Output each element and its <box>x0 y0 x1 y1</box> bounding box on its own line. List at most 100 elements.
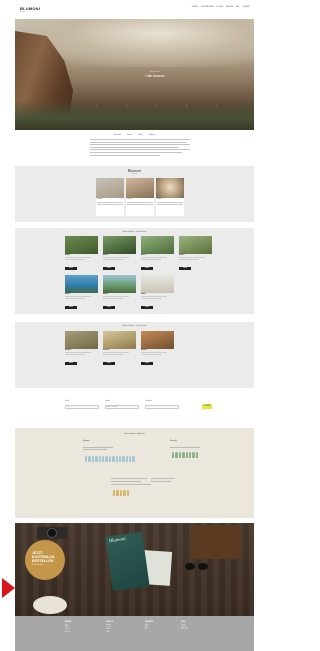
footer-link[interactable]: Europa <box>65 629 71 630</box>
hotel-image <box>65 236 98 254</box>
nav-item-abo[interactable]: ABO <box>236 7 239 8</box>
text-line <box>83 447 113 448</box>
infographic-section: Reisezahlen in Myanmar Myanmar Reisende <box>15 428 254 518</box>
hotel-more-button[interactable]: MEHR <box>141 306 153 309</box>
text-line <box>90 151 182 153</box>
resort-card[interactable]: Resort 1 MEHR <box>65 331 98 367</box>
person-icon <box>98 456 101 462</box>
text-line <box>103 352 129 353</box>
hotel-more-button[interactable]: MEHR <box>103 267 115 270</box>
nav-item-destinationen[interactable]: DESTINATIONEN <box>201 7 214 8</box>
resort-card[interactable]: Resort 3 MEHR <box>141 331 174 367</box>
reise-image <box>126 178 154 198</box>
text-line <box>170 447 200 448</box>
footer-heading: MAGAZIN <box>145 621 153 623</box>
text-line <box>97 203 123 205</box>
reisen-brand: Blumoni <box>127 168 142 173</box>
people-icons <box>172 452 199 458</box>
hotel-image <box>103 275 136 293</box>
hotel-name: Hotel 5 <box>65 294 71 295</box>
order-badge[interactable]: JETZT KOSTENLOS BESTELLEN Das Reisemagaz… <box>25 540 65 580</box>
footer-link[interactable]: Städte <box>106 632 113 633</box>
camera-lens <box>47 528 57 538</box>
hotel-card[interactable]: Hotel 7 MEHR <box>141 275 174 311</box>
text-line <box>141 296 167 297</box>
search-form: Reise Ziel Datum Anreise – Abreise Perso… <box>15 393 254 423</box>
subnav-item-magazin[interactable]: Magazin <box>149 134 155 136</box>
person-icon <box>192 452 195 458</box>
resort-image <box>103 331 136 349</box>
person-icon <box>132 456 135 462</box>
red-arrow-pointer <box>2 578 15 598</box>
hotel-card[interactable]: Hotel 6 MEHR <box>103 275 136 311</box>
resort-more-button[interactable]: MEHR <box>141 362 153 365</box>
site-tagline: Reisen <box>20 11 26 13</box>
person-icon <box>112 456 115 462</box>
order-badge-text: JETZT KOSTENLOS BESTELLEN <box>32 551 55 564</box>
footer-link[interactable]: Kontakt <box>181 625 188 626</box>
nav-item-hotels[interactable]: HOTELS <box>217 7 223 8</box>
hotel-card[interactable]: Hotel 5 MEHR <box>65 275 98 311</box>
reise-input[interactable]: Ziel <box>65 405 99 409</box>
hotel-more-button[interactable]: MEHR <box>141 267 153 270</box>
search-button[interactable]: SUCHEN <box>202 404 212 409</box>
footer-link[interactable]: Artikel <box>145 625 153 626</box>
footer-link[interactable]: Amerika <box>65 632 71 633</box>
footer-link[interactable]: Asien <box>65 625 71 626</box>
resort-card[interactable]: Resort 2 MEHR <box>103 331 136 367</box>
hotel-name: Hotel 7 <box>141 294 147 295</box>
hotel-more-button[interactable]: MEHR <box>179 267 191 270</box>
reise-card[interactable]: Reise 1 <box>96 178 124 216</box>
nav-item-reisen[interactable]: REISEN <box>192 7 198 8</box>
nav-item-kontakt[interactable]: KONTAKT <box>243 7 250 8</box>
hotel-card[interactable]: Hotel 2 MEHR <box>103 236 136 272</box>
footer-column: MAGAZIN Artikel Archiv Abo <box>145 621 153 632</box>
magazine-cover[interactable]: Blumoni <box>105 531 150 592</box>
hotel-image <box>103 236 136 254</box>
hotel-image <box>141 236 174 254</box>
footer-column: INFO Kontakt Impressum Datenschutz <box>181 621 188 632</box>
hotel-more-button[interactable]: MEHR <box>65 267 77 270</box>
hotel-image <box>179 236 212 254</box>
text-line <box>65 352 91 353</box>
hotel-card[interactable]: Hotel 1 MEHR <box>65 236 98 272</box>
person-icon <box>101 456 105 462</box>
infographic-col-label: Reisende <box>170 441 177 442</box>
resort-image <box>141 331 174 349</box>
text-line <box>111 484 151 485</box>
subnav-item-reisen[interactable]: Reisen <box>127 134 132 136</box>
hotel-more-button[interactable]: MEHR <box>103 306 115 309</box>
magazine-cover-title: Blumoni <box>108 537 127 545</box>
footer-link[interactable]: Boutique <box>106 625 113 626</box>
hotel-card[interactable]: Hotel 3 MEHR <box>141 236 174 272</box>
datum-input[interactable]: Anreise – Abreise <box>105 405 139 409</box>
person-icon <box>185 452 188 458</box>
nav-item-magazin[interactable]: MAGAZIN <box>226 7 233 8</box>
reise-label: Reise <box>65 401 70 402</box>
resort-more-button[interactable]: MEHR <box>103 362 115 365</box>
subnav-item-hotels[interactable]: Hotels <box>138 134 143 136</box>
reise-card[interactable]: Reise 3 <box>156 178 184 216</box>
reise-card[interactable]: Reise 2 <box>126 178 154 216</box>
all-trips-link[interactable]: Alle Reisen <box>200 410 206 411</box>
hotel-more-button[interactable]: MEHR <box>65 306 77 309</box>
site-footer: REISEN Asien Afrika Europa Amerika HOTEL… <box>15 616 254 651</box>
resorts-heading: Beste Resorts – zum Buchen <box>122 325 147 327</box>
resort-more-button[interactable]: MEHR <box>65 362 77 365</box>
infographic-heading: Reisezahlen in Myanmar <box>124 433 145 435</box>
personen-input[interactable]: 2 <box>145 405 179 409</box>
intro-text <box>90 139 190 161</box>
datum-label: Datum <box>105 401 110 402</box>
footer-link[interactable]: Datenschutz <box>181 629 188 630</box>
text-line <box>90 144 190 146</box>
subnav-item-uebersicht[interactable]: Übersicht <box>114 134 121 136</box>
footer-link[interactable]: Lodges <box>106 629 113 630</box>
text-line <box>157 202 183 203</box>
footer-heading: REISEN <box>65 621 72 623</box>
footer-link[interactable]: Abo <box>145 629 153 630</box>
hero-banner: Myanmar Little treasure <box>15 19 254 130</box>
resorts-section: Beste Resorts – zum Buchen Resort 1 MEHR… <box>15 322 254 388</box>
hotel-card[interactable]: Hotel 4 MEHR <box>179 236 212 272</box>
reise-image <box>156 178 184 198</box>
hero-title: Little treasure <box>145 74 165 78</box>
